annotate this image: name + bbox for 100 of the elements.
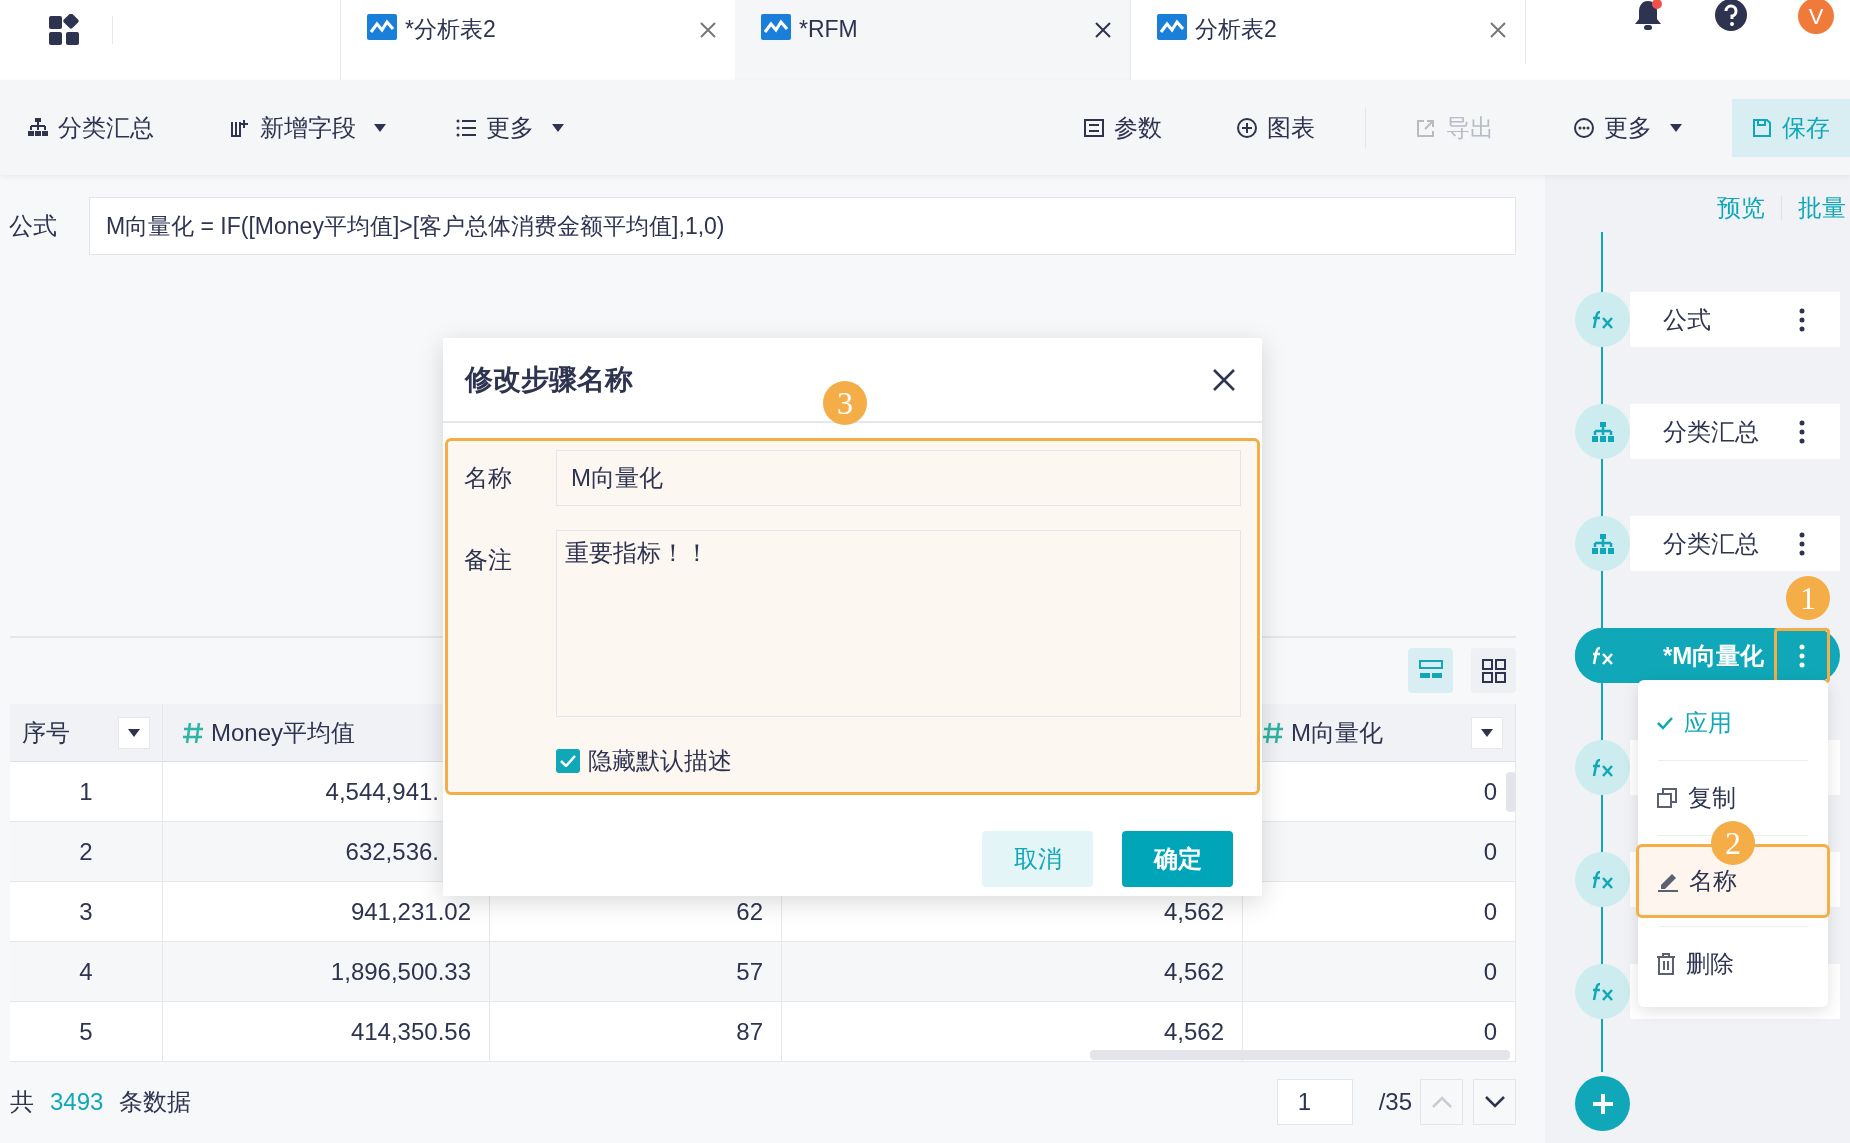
checkbox-box[interactable] xyxy=(556,749,580,773)
footer-text: 条数据 xyxy=(119,1087,192,1117)
table-cell-text: 941,231.02 xyxy=(350,896,471,927)
table-cell-text: 0 xyxy=(1483,776,1497,807)
horizontal-scrollbar[interactable] xyxy=(1090,1050,1510,1060)
view-toggle[interactable] xyxy=(1408,648,1453,693)
tab-title: *分析表2 xyxy=(405,15,497,44)
table-cell-text: 4,562 xyxy=(1163,1016,1224,1047)
step-card[interactable]: 分类汇总 xyxy=(1630,404,1840,459)
bell-icon[interactable] xyxy=(1632,0,1664,32)
table-cell-text: 1 xyxy=(79,776,93,807)
step-label: 公式 xyxy=(1663,304,1711,335)
formula-field[interactable]: M向量化 = IF([Money平均值]>[客户总体消费金额平均值],1,0) xyxy=(89,197,1516,255)
table-cell-text: 4,562 xyxy=(1163,956,1224,987)
more-vertical-icon xyxy=(1799,643,1805,668)
table-cell-text: 4,562 xyxy=(1163,896,1224,927)
column-header: Money平均值 xyxy=(211,717,357,748)
table-cell-text: 87 xyxy=(736,1016,763,1047)
check-icon xyxy=(560,755,576,767)
table-cell-text: 2 xyxy=(79,836,93,867)
chart-icon xyxy=(761,14,791,40)
plus-icon xyxy=(1590,1091,1615,1116)
page-field[interactable]: 1 xyxy=(1276,1079,1353,1125)
filter-button[interactable] xyxy=(1471,716,1503,749)
table-cell-text: 0 xyxy=(1483,896,1497,927)
table-cell-text: 4 xyxy=(79,956,93,987)
step-card[interactable]: 公式 xyxy=(1630,292,1840,347)
toolbar-button[interactable]: 分类汇总 xyxy=(28,109,154,146)
caret-icon xyxy=(1670,123,1682,132)
caret-icon xyxy=(128,728,140,737)
toolbar-button[interactable]: 更多 xyxy=(456,109,564,146)
toolbar-button[interactable]: 参数 xyxy=(1084,109,1162,146)
table-cell-text: 1,896,500.33 xyxy=(330,956,471,987)
more-vertical-icon xyxy=(1799,307,1805,332)
copy-icon xyxy=(1656,787,1678,809)
trash-icon xyxy=(1656,953,1676,975)
name-field[interactable]: M向量化 xyxy=(556,450,1241,506)
hierarchy-icon xyxy=(28,117,48,138)
formula-label: 公式 xyxy=(9,211,58,241)
vertical-scrollbar[interactable] xyxy=(1506,772,1516,812)
check-icon xyxy=(1656,716,1674,730)
table-cell-text: 5 xyxy=(79,1016,93,1047)
caret-icon xyxy=(374,123,386,132)
fx-icon xyxy=(1590,869,1615,890)
save-icon xyxy=(1752,117,1772,138)
plus-circle-icon xyxy=(1237,117,1257,138)
column-header: 序号 xyxy=(22,717,71,748)
table-cell-text: 3 xyxy=(79,896,93,927)
chevron-down-icon xyxy=(1484,1096,1505,1108)
more-icon xyxy=(1574,117,1594,138)
table-cell-text: 4,544,941. xyxy=(325,776,439,807)
step-label: *M向量化 xyxy=(1663,640,1765,671)
toolbar-button[interactable]: 新增字段 xyxy=(230,109,386,146)
tab[interactable]: *RFM xyxy=(735,0,1130,80)
more-vertical-icon xyxy=(1799,531,1805,556)
add-step-button[interactable] xyxy=(1575,1076,1630,1131)
table-cell-text: 414,350.56 xyxy=(350,1016,471,1047)
row-count: 3493 xyxy=(50,1087,104,1117)
hash-icon xyxy=(183,721,203,744)
tab-title: 分析表2 xyxy=(1195,15,1278,44)
add-column-icon xyxy=(230,117,250,138)
list-icon xyxy=(456,117,476,138)
step-card[interactable]: 分类汇总 xyxy=(1630,516,1840,571)
table-cell-text: 632,536. xyxy=(345,836,439,867)
hierarchy-icon xyxy=(1591,421,1614,442)
grid-icon xyxy=(1481,658,1506,683)
view-toggle[interactable] xyxy=(1471,648,1516,693)
step-label: 分类汇总 xyxy=(1663,528,1759,559)
fx-icon xyxy=(1590,757,1615,778)
note-field[interactable]: 重要指标！！ xyxy=(556,530,1241,717)
close-icon[interactable] xyxy=(1212,367,1236,392)
menu-item[interactable]: 删除 xyxy=(1638,927,1828,1001)
field-label: 备注 xyxy=(464,545,513,575)
filter-button[interactable] xyxy=(118,716,150,749)
table-cell-text: 57 xyxy=(736,956,763,987)
caret-icon xyxy=(552,123,564,132)
caret-icon xyxy=(1481,728,1493,737)
export-icon xyxy=(1416,117,1436,138)
hash-icon xyxy=(1263,721,1283,744)
chart-icon xyxy=(367,14,397,40)
toolbar-button[interactable]: 更多 xyxy=(1574,109,1682,146)
close-icon[interactable] xyxy=(1094,21,1112,39)
tab-title: *RFM xyxy=(799,15,859,44)
fx-icon xyxy=(1590,645,1615,666)
checkbox[interactable]: 隐藏默认描述 xyxy=(556,743,1241,779)
step-label: 分类汇总 xyxy=(1663,416,1759,447)
table-cell-text: 0 xyxy=(1483,1016,1497,1047)
fx-icon xyxy=(1590,981,1615,1002)
more-vertical-icon xyxy=(1799,419,1805,444)
help-icon[interactable] xyxy=(1714,0,1748,32)
hierarchy-icon xyxy=(1591,533,1614,554)
table-cell-text: 0 xyxy=(1483,956,1497,987)
toolbar-button[interactable]: 图表 xyxy=(1237,109,1315,146)
page-down-button[interactable] xyxy=(1473,1079,1516,1125)
table-cell-text: 0 xyxy=(1483,836,1497,867)
column-header: M向量化 xyxy=(1291,717,1384,748)
field-label: 名称 xyxy=(464,463,513,493)
apps-icon[interactable] xyxy=(48,14,80,46)
dialog-title: 修改步骤名称 xyxy=(465,362,633,397)
fx-icon xyxy=(1590,309,1615,330)
